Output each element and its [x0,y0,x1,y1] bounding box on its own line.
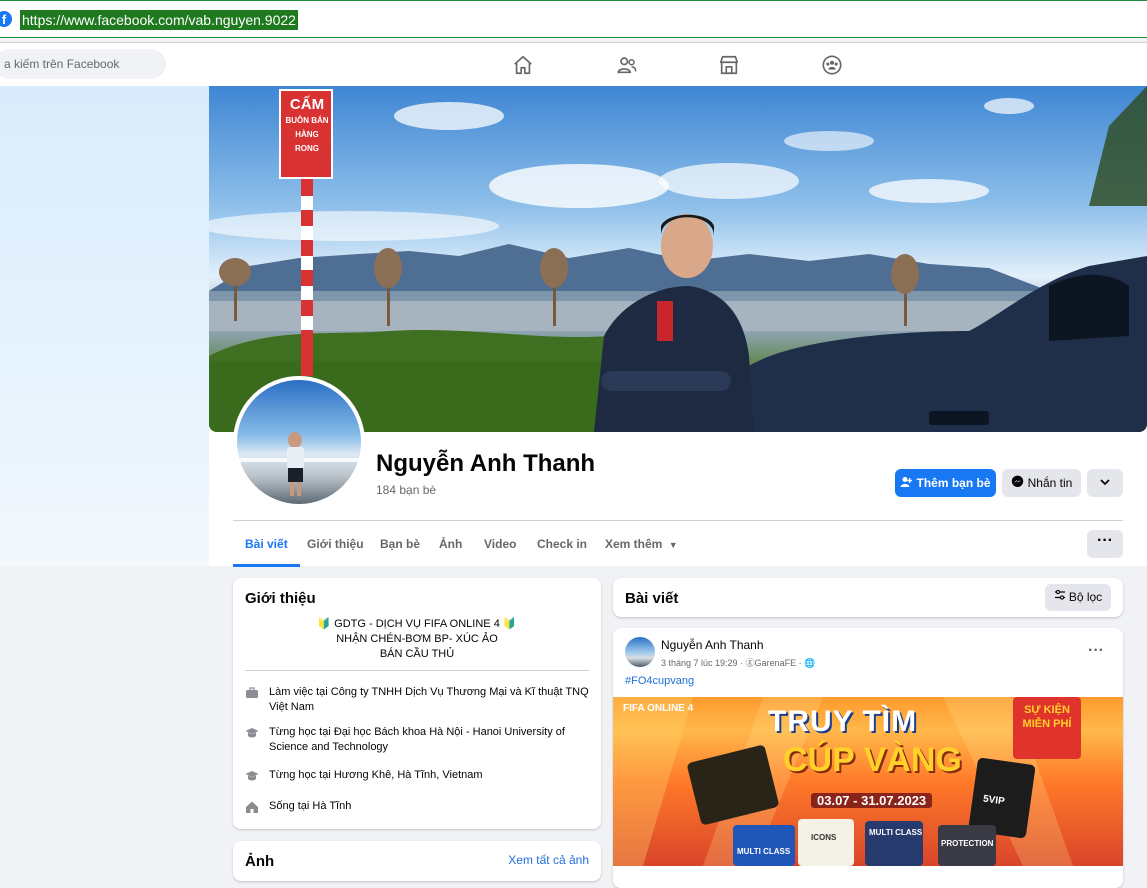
facebook-favicon-icon: f [0,11,12,27]
education-info-1: Từng học tại Đại học Bách khoa Hà Nội - … [245,725,590,757]
sign-text-line1: CẤM [289,96,325,113]
message-label: Nhắn tin [1027,476,1073,490]
card-label-2: ICONS [811,833,837,842]
search-placeholder: a kiếm trên Facebook [4,57,120,71]
home-icon[interactable] [512,54,534,76]
graduation-cap-icon [245,726,259,740]
profile-tabs: Bài viết Giới thiệu Bạn bè Ảnh Video Che… [233,521,1123,567]
chevron-down-icon [1099,470,1111,498]
education-info-2: Từng học tại Hương Khê, Hà Tĩnh, Vietnam [245,768,590,784]
image-headline-1: TRUY TÌM [768,705,918,738]
bio-line-3: BÁN CẦU THỦ [379,648,455,660]
caret-down-icon: ▼ [668,540,678,550]
brand-logo: FIFA ONLINE 4 [623,703,694,714]
sign-text-line3: HÀNG RONG [295,130,319,153]
card-label-1: MULTI CLASS [737,847,791,856]
add-friend-label: Thêm bạn bè [916,476,991,490]
intro-divider [245,670,589,671]
tab-friends[interactable]: Bạn bè [380,521,420,567]
tab-checkins[interactable]: Check in [537,521,587,567]
post-hashtag[interactable]: #FO4cupvang [625,675,694,687]
bio-line-2: NHẬN CHÉN-BƠM BP- XÚC ẢO [336,633,498,645]
work-prefix: Làm việc tại [269,686,331,698]
filter-button[interactable]: Bộ lọc [1045,584,1111,611]
facebook-navbar: a kiếm trên Facebook [0,42,1147,86]
tab-videos[interactable]: Video [484,521,516,567]
tab-about[interactable]: Giới thiệu [307,521,364,567]
photos-card: Ảnh Xem tất cả ảnh [233,841,601,881]
left-background [0,86,209,566]
image-headline-2: CÚP VÀNG [783,741,962,779]
post-author-avatar[interactable] [625,637,655,667]
post-author-name[interactable]: Nguyễn Anh Thanh [661,638,764,652]
bio-line-1: 🔰 GDTG - DỊCH VỤ FIFA ONLINE 4 🔰 [317,618,517,630]
marketplace-icon[interactable] [718,54,740,76]
filter-icon [1054,584,1066,611]
post-meta: 3 tháng 7 lúc 19:29 · ⓖGarenaFE · 🌐 [661,658,816,668]
graduation-cap-icon [245,769,259,783]
message-button[interactable]: Nhắn tin [1002,469,1081,497]
education-text-2: Từng học tại Hương Khê, Hà Tĩnh, Vietnam [269,769,483,781]
tab-photos[interactable]: Ảnh [439,521,462,567]
more-options-button[interactable]: ··· [1087,530,1123,558]
work-info: Làm việc tại Công ty TNHH Dịch Vụ Thương… [245,685,590,717]
image-dates: 03.07 - 31.07.2023 [811,793,933,808]
badge-line-1: SỰ KIỆN [1024,704,1070,716]
browser-address-bar: f https://www.facebook.com/vab.nguyen.90… [0,0,1147,38]
profile-avatar[interactable] [233,376,365,508]
tab-posts[interactable]: Bài viết [233,521,300,567]
education-prefix-1: Từng học tại [269,726,334,738]
location-info: Sống tại Hà Tĩnh [245,799,590,815]
card-label-4: PROTECTION [941,839,994,848]
ellipsis-icon: ··· [1097,532,1113,549]
home-icon [245,800,259,814]
location-link[interactable]: Hà Tĩnh [312,800,351,812]
post-image[interactable]: FIFA ONLINE 4 TRUY TÌM CÚP VÀNG 03.07 - … [613,697,1123,866]
intro-card: Giới thiệu 🔰 GDTG - DỊCH VỤ FIFA ONLINE … [233,578,601,829]
add-friend-button[interactable]: Thêm bạn bè [895,469,996,497]
profile-dropdown-button[interactable] [1087,469,1123,497]
tab-more-label: Xem thêm [605,537,663,551]
url-field[interactable]: https://www.facebook.com/vab.nguyen.9022 [20,10,298,30]
friends-icon[interactable] [616,54,638,76]
profile-name: Nguyễn Anh Thanh [376,450,596,477]
groups-icon[interactable] [821,54,843,76]
intro-title: Giới thiệu [245,590,316,607]
location-prefix: Sống tại [269,800,313,812]
messenger-icon [1011,470,1024,498]
sign-text-line2: BUÔN BÁN [285,116,329,125]
tab-more[interactable]: Xem thêm ▼ [605,521,678,567]
search-input[interactable]: a kiếm trên Facebook [0,49,166,79]
see-all-photos-link[interactable]: Xem tất cả ảnh [508,853,589,867]
posts-title: Bài viết [625,590,679,607]
card-label-3: MULTI CLASS [869,828,923,837]
badge-line-2: MIỄN PHÍ [1022,718,1072,730]
add-friend-icon [900,470,913,498]
post-options-icon[interactable]: ··· [1088,642,1104,660]
photos-title: Ảnh [245,853,275,870]
friends-count[interactable]: 184 bạn bè [376,483,436,497]
filter-label: Bộ lọc [1068,590,1103,604]
briefcase-icon [245,686,259,700]
